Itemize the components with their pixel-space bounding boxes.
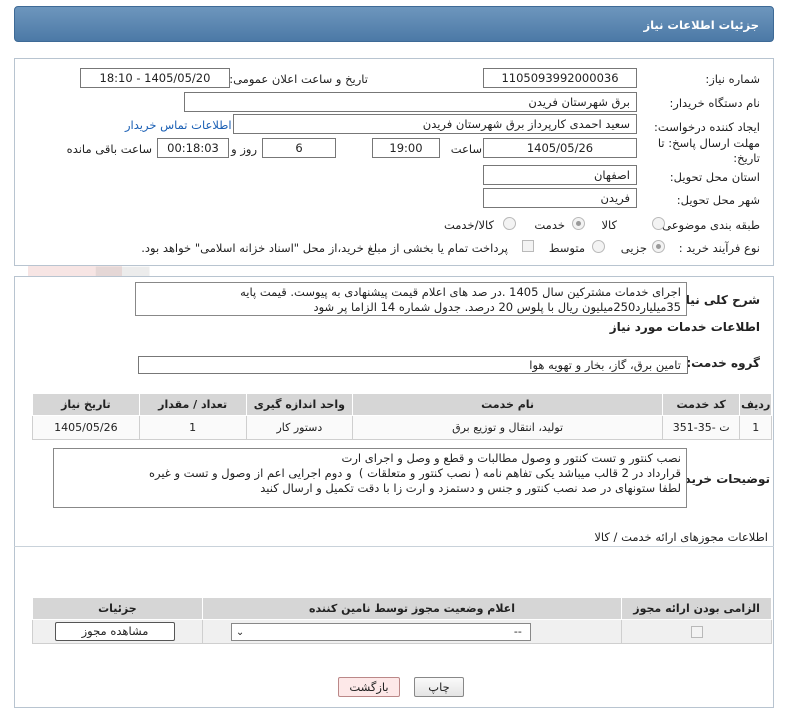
cell-code: ت -35-351 bbox=[661, 415, 741, 440]
back-button[interactable]: بازگشت bbox=[338, 677, 400, 697]
col-status: اعلام وضعیت مجوز توسط نامین کننده bbox=[201, 597, 623, 620]
page-title: جزئیات اطلاعات نیاز bbox=[643, 18, 759, 32]
service-group-field[interactable]: تامین برق، گاز، بخار و تهویه هوا bbox=[138, 356, 688, 374]
cell-qty: 1 bbox=[138, 415, 247, 440]
view-permit-button[interactable]: مشاهده مجوز bbox=[55, 622, 175, 641]
details-cell: مشاهده مجوز bbox=[32, 619, 203, 644]
col-unit: واحد اندازه گیری bbox=[245, 393, 354, 416]
permits-header-row: الزامی بودن ارائه مجوز اعلام وضعیت مجوز … bbox=[32, 597, 772, 620]
cell-date: 1405/05/26 bbox=[32, 415, 140, 440]
announce-field[interactable]: 1405/05/20 - 18:10 bbox=[80, 68, 230, 88]
process-option-minor: جزیی bbox=[620, 241, 647, 255]
payment-note: پرداخت تمام یا بخشی از مبلغ خرید،از محل … bbox=[141, 241, 508, 255]
buyer-notes-line-1: نصب کنتور و تست کنتور و وصول مطالبات و ق… bbox=[341, 451, 682, 465]
service-group-label: گروه خدمت: bbox=[686, 356, 760, 370]
province-field[interactable]: اصفهان bbox=[483, 165, 637, 185]
cell-name: تولید، انتقال و توزیع برق bbox=[352, 415, 663, 440]
services-header-row: ردیف کد خدمت نام خدمت واحد اندازه گیری ت… bbox=[32, 393, 772, 416]
category-radio-goods[interactable] bbox=[652, 217, 665, 230]
days-field[interactable]: 6 bbox=[262, 138, 336, 158]
form-panel bbox=[14, 58, 774, 266]
col-qty: تعداد / مقدار bbox=[138, 393, 247, 416]
page-header: جزئیات اطلاعات نیاز bbox=[14, 6, 774, 42]
need-number-label: شماره نیاز: bbox=[705, 72, 760, 86]
category-option-service: خدمت bbox=[534, 218, 565, 232]
table-row: ⌄ -- مشاهده مجوز bbox=[32, 619, 772, 644]
print-button[interactable]: چاپ bbox=[414, 677, 464, 697]
buyer-org-field[interactable]: برق شهرستان فریدن bbox=[184, 92, 637, 112]
deadline-date-field[interactable]: 1405/05/26 bbox=[483, 138, 637, 158]
category-option-goods: کالا bbox=[601, 218, 617, 232]
category-label: طبقه بندی موضوعی: bbox=[658, 218, 760, 232]
process-label: نوع فرآیند خرید : bbox=[678, 241, 760, 255]
process-radio-medium[interactable] bbox=[592, 240, 605, 253]
cell-row: 1 bbox=[739, 415, 772, 440]
permit-status-value: -- bbox=[513, 625, 522, 638]
chevron-down-icon: ⌄ bbox=[235, 627, 245, 638]
col-details: جزئیات bbox=[32, 597, 203, 620]
days-label: روز و bbox=[231, 142, 257, 156]
services-table: ردیف کد خدمت نام خدمت واحد اندازه گیری ت… bbox=[32, 393, 772, 440]
process-radio-minor[interactable] bbox=[652, 240, 665, 253]
col-date: تاریخ نیاز bbox=[32, 393, 140, 416]
remaining-label: ساعت باقی مانده bbox=[66, 142, 152, 156]
summary-line-1: اجرای خدمات مشترکین سال 1405 .در صد های … bbox=[240, 285, 681, 299]
creator-label: ایجاد کننده درخواست: bbox=[654, 120, 760, 134]
city-label: شهر محل تحویل: bbox=[676, 193, 760, 207]
process-option-medium: متوسط bbox=[548, 241, 585, 255]
remaining-time-field[interactable]: 00:18:03 bbox=[157, 138, 229, 158]
required-checkbox bbox=[690, 626, 703, 638]
services-section-title: اطلاعات خدمات مورد نیاز bbox=[609, 320, 760, 334]
creator-field[interactable]: سعید احمدی کارپرداز برق شهرستان فریدن bbox=[233, 114, 637, 134]
deadline-label-date: تاریخ: bbox=[733, 151, 760, 165]
summary-textarea[interactable]: اجرای خدمات مشترکین سال 1405 .در صد های … bbox=[135, 282, 687, 316]
category-radio-both[interactable] bbox=[503, 217, 516, 230]
announce-label: تاریخ و ساعت اعلان عمومی: bbox=[229, 72, 368, 86]
permit-status-select[interactable]: ⌄ -- bbox=[230, 623, 531, 641]
col-required: الزامی بودن ارائه مجوز bbox=[621, 597, 772, 620]
permits-table: الزامی بودن ارائه مجوز اعلام وضعیت مجوز … bbox=[32, 597, 772, 644]
col-name: نام خدمت bbox=[352, 393, 663, 416]
time-label: ساعت bbox=[450, 142, 482, 156]
city-field[interactable]: فریدن bbox=[483, 188, 637, 208]
buyer-notes-line-3: لطفا ستونهای در صد نصب کنتور و جنس و دست… bbox=[260, 481, 681, 495]
category-option-both: کالا/خدمت bbox=[443, 218, 494, 232]
required-cell bbox=[621, 619, 772, 644]
treasury-checkbox[interactable] bbox=[522, 240, 534, 252]
category-radio-service[interactable] bbox=[572, 217, 585, 230]
buyer-org-label: نام دستگاه خریدار: bbox=[669, 96, 760, 110]
province-label: استان محل تحویل: bbox=[669, 170, 760, 184]
permits-divider bbox=[14, 546, 774, 547]
deadline-time-field[interactable]: 19:00 bbox=[372, 138, 440, 158]
need-number-field[interactable]: 1105093992000036 bbox=[483, 68, 637, 88]
summary-line-2: 35میلیارد250میلیون ریال با پلوس 20 درصد.… bbox=[313, 300, 681, 314]
col-code: کد خدمت bbox=[661, 393, 741, 416]
permits-section-title: اطلاعات مجوزهای ارائه خدمت / کالا bbox=[594, 530, 768, 544]
col-row: ردیف bbox=[739, 393, 772, 416]
buyer-notes-line-2: قرارداد در 2 قالب میباشد یکی تفاهم نامه … bbox=[148, 466, 681, 480]
status-cell: ⌄ -- bbox=[201, 619, 623, 644]
table-row: 1 ت -35-351 تولید، انتقال و توزیع برق دس… bbox=[32, 415, 772, 440]
deadline-label: مهلت ارسال پاسخ: تا bbox=[657, 136, 760, 150]
contact-info-link[interactable]: اطلاعات تماس خریدار bbox=[125, 118, 232, 132]
cell-unit: دستور کار bbox=[245, 415, 354, 440]
buyer-notes-textarea[interactable]: نصب کنتور و تست کنتور و وصول مطالبات و ق… bbox=[53, 448, 687, 508]
